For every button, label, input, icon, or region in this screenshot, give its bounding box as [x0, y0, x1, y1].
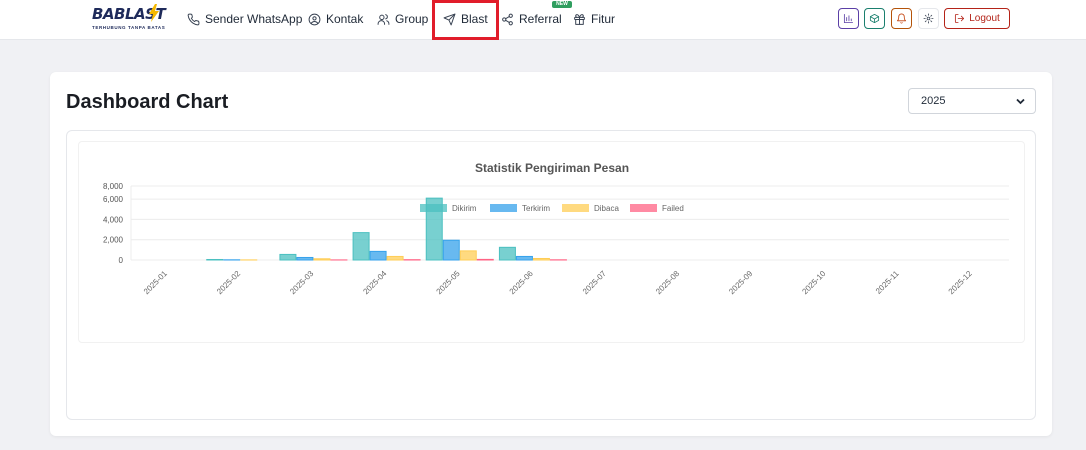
nav-sender-whatsapp[interactable]: Sender WhatsApp [187, 10, 302, 28]
settings-button[interactable] [918, 8, 939, 29]
bar [206, 258, 224, 261]
legend-swatch [490, 204, 517, 212]
users-icon [377, 13, 390, 25]
brand-tagline: TERHUBUNG TANPA BATAS [92, 25, 166, 30]
legend-swatch [630, 204, 657, 212]
chart-button[interactable] [838, 8, 859, 29]
brand-logo[interactable]: BABLAST TERHUBUNG TANPA BATAS [92, 4, 166, 33]
user-circle-icon [308, 13, 321, 25]
package-icon [869, 13, 880, 24]
gear-icon [923, 13, 934, 24]
logout-label: Logout [969, 13, 1000, 24]
dashboard-card: Dashboard Chart 2025 Statistik Pengirima… [50, 72, 1052, 436]
nav-kontak[interactable]: Kontak [308, 10, 363, 28]
bar [532, 257, 550, 261]
x-tick-label: 2025-12 [947, 269, 975, 297]
nav-label: Referral [519, 12, 562, 26]
y-tick-label: 4,000 [103, 215, 124, 224]
x-tick-label: 2025-10 [800, 269, 828, 297]
page-title: Dashboard Chart [66, 91, 229, 113]
bar [296, 256, 314, 261]
y-tick-label: 6,000 [103, 195, 124, 204]
phone-icon [187, 13, 200, 25]
x-tick-label: 2025-09 [727, 269, 755, 297]
bar [498, 246, 516, 261]
y-tick-label: 0 [119, 256, 124, 265]
legend-label: Terkirim [522, 204, 550, 213]
legend-label: Failed [662, 204, 684, 213]
navbar: BABLAST TERHUBUNG TANPA BATAS Sender Wha… [0, 0, 1086, 40]
new-badge: NEW [552, 1, 572, 8]
package-button[interactable] [864, 8, 885, 29]
chevron-down-icon [1016, 98, 1025, 105]
legend-label: Dikirim [452, 204, 477, 213]
bar [386, 255, 404, 261]
notification-button[interactable] [891, 8, 912, 29]
highlight-box [432, 0, 499, 40]
chart-title: Statistik Pengiriman Pesan [475, 161, 629, 175]
share-icon [502, 13, 513, 25]
x-tick-label: 2025-05 [435, 269, 463, 297]
x-tick-label: 2025-04 [361, 269, 389, 297]
bar [313, 258, 331, 261]
nav-label: Group [395, 12, 429, 26]
y-tick-label: 8,000 [103, 182, 124, 191]
logout-icon [955, 13, 965, 24]
bolt-icon [149, 4, 159, 22]
chart-container: Statistik Pengiriman Pesan Dikirim Terkiri… [66, 130, 1036, 420]
x-tick-label: 2025-07 [581, 269, 609, 297]
year-select-value: 2025 [921, 95, 946, 107]
bar [459, 250, 477, 261]
bar [442, 239, 460, 261]
bar-chart: Statistik Pengiriman Pesan Dikirim Terkiri… [103, 161, 1009, 297]
nav-group[interactable]: Group [377, 10, 428, 28]
legend-swatch [562, 204, 589, 212]
x-tick-label: 2025-03 [288, 269, 316, 297]
bar [279, 253, 297, 261]
chart-panel: Statistik Pengiriman Pesan Dikirim Terkiri… [78, 141, 1025, 343]
bar-chart-icon [843, 13, 854, 24]
logout-button[interactable]: Logout [944, 8, 1010, 29]
bar [515, 255, 533, 261]
nav-label: Kontak [326, 12, 364, 26]
x-tick-label: 2025-08 [654, 269, 682, 297]
year-select[interactable]: 2025 [908, 88, 1036, 114]
bar [476, 258, 494, 261]
bell-icon [896, 13, 907, 24]
nav-label: Fitur [591, 12, 615, 26]
y-tick-label: 2,000 [103, 236, 124, 245]
gift-icon [574, 13, 585, 25]
bar [352, 232, 370, 261]
bar [425, 197, 443, 261]
nav-fitur[interactable]: Fitur [573, 10, 615, 28]
bar [369, 250, 387, 261]
x-tick-label: 2025-11 [874, 269, 901, 296]
nav-referral[interactable]: Referral [501, 10, 562, 28]
nav-label: Sender WhatsApp [205, 12, 303, 26]
x-tick-label: 2025-06 [508, 269, 536, 297]
legend-label: Dibaca [594, 204, 619, 213]
x-tick-label: 2025-01 [142, 269, 170, 297]
x-tick-label: 2025-02 [215, 269, 243, 297]
